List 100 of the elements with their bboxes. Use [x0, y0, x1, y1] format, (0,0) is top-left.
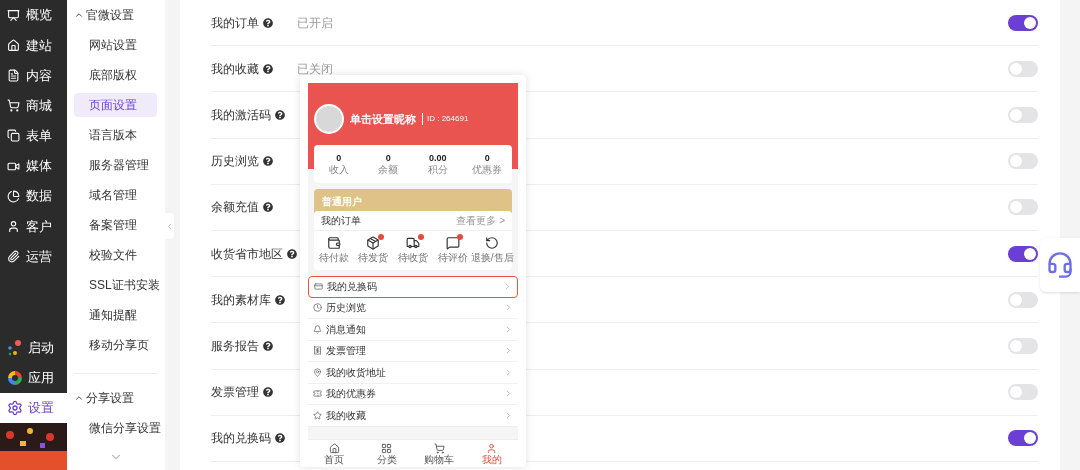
menu-item[interactable]: 我的兑换码	[308, 276, 518, 298]
setting-label: 我的素材库	[211, 291, 271, 309]
chevron-up-icon	[74, 393, 84, 403]
chevron-right-icon	[503, 282, 512, 292]
toggle-switch[interactable]	[1008, 384, 1038, 401]
help-icon	[287, 248, 297, 259]
toggle-switch[interactable]	[1008, 199, 1038, 216]
card-icon	[314, 282, 323, 292]
group-header[interactable]: 官微设置	[74, 0, 157, 30]
submenu-item[interactable]: 通知提醒	[74, 303, 157, 327]
document-icon	[7, 68, 20, 82]
help-icon	[263, 156, 273, 167]
stat-label: 优惠券	[472, 164, 503, 176]
sidebar-item[interactable]: 数据	[0, 181, 67, 212]
order-status-button[interactable]: 待发货	[353, 236, 394, 265]
star-icon	[313, 410, 322, 420]
toggle-switch[interactable]	[1008, 245, 1038, 262]
stat-label: 余额	[378, 164, 399, 176]
sidebar-item[interactable]: 媒体	[0, 150, 67, 182]
collapse-handle[interactable]	[165, 213, 174, 239]
ticket-icon	[313, 389, 322, 399]
toggle-switch[interactable]	[1008, 153, 1038, 170]
member-level: 普通用户	[322, 194, 362, 209]
grid-icon	[381, 442, 393, 454]
menu-item[interactable]: 消息通知	[308, 319, 518, 341]
status-text: 已开启	[297, 14, 333, 32]
tab-bar-item[interactable]: 首页	[308, 440, 361, 467]
home-icon	[7, 38, 20, 52]
cart-icon	[433, 442, 445, 454]
status-text: 已关闭	[297, 60, 333, 78]
submenu-item[interactable]: 页面设置	[74, 93, 157, 117]
sidebar-item[interactable]: 建站	[0, 30, 67, 61]
clock-icon	[313, 303, 322, 313]
toggle-switch[interactable]	[1008, 106, 1038, 123]
copy-icon	[7, 129, 20, 143]
chevron-right-icon	[504, 346, 513, 356]
chevron-right-icon	[504, 389, 513, 399]
presentation-icon	[7, 8, 20, 22]
sidebar-item[interactable]: 内容	[0, 60, 67, 91]
chevron-right-icon	[504, 324, 513, 334]
help-icon	[263, 202, 273, 213]
submenu-item[interactable]: 移动分享页	[74, 333, 157, 357]
setting-label: 历史浏览	[211, 153, 259, 171]
help-icon	[263, 340, 273, 351]
sidebar-item[interactable]: 设置	[0, 393, 67, 423]
chevron-right-icon	[504, 410, 513, 420]
setting-label: 我的激活码	[211, 106, 271, 124]
submenu-item[interactable]: 语言版本	[74, 123, 157, 147]
user-id: ID : 264691	[422, 113, 469, 125]
tab-bar-item[interactable]: 我的	[465, 440, 518, 467]
chevron-left-icon	[165, 221, 174, 231]
toggle-switch[interactable]	[1008, 430, 1038, 447]
setting-label: 我的兑换码	[211, 430, 271, 448]
menu-item[interactable]: 我的优惠券	[308, 383, 518, 405]
order-status-button[interactable]: 待收货	[393, 236, 433, 265]
bell-icon	[313, 324, 322, 334]
sidebar-item[interactable]: 客户	[0, 211, 67, 242]
toggle-switch[interactable]	[1008, 337, 1038, 354]
sidebar-item[interactable]: 运营	[0, 241, 67, 272]
wallet-icon	[326, 236, 341, 250]
help-icon	[263, 17, 273, 28]
order-status-button[interactable]: 待付款	[314, 236, 354, 265]
menu-item[interactable]: 我的收货地址	[308, 362, 518, 384]
tab-bar-item[interactable]: 分类	[360, 440, 413, 467]
submenu-item[interactable]: 校验文件	[74, 243, 157, 267]
truck-icon	[406, 236, 420, 250]
submenu-item[interactable]: 网站设置	[74, 33, 157, 57]
headset-icon	[1046, 251, 1074, 279]
support-button[interactable]	[1040, 238, 1080, 292]
user-icon	[486, 442, 498, 454]
pin-icon	[313, 367, 322, 377]
sidebar-item[interactable]: 启动	[0, 333, 67, 363]
settings-icon	[7, 400, 23, 416]
sidebar-item[interactable]: 商城	[0, 90, 67, 121]
stat-value: 0.00	[429, 152, 447, 164]
help-icon	[263, 387, 273, 398]
pie-chart-icon	[7, 189, 20, 203]
menu-item[interactable]: 我的收藏	[308, 405, 518, 427]
submenu-item[interactable]: 域名管理	[74, 183, 157, 207]
menu-item[interactable]: 历史浏览	[308, 297, 518, 319]
toggle-switch[interactable]	[1008, 291, 1038, 308]
submenu-item[interactable]: 底部版权	[74, 63, 157, 87]
return-icon	[485, 236, 500, 250]
menu-item[interactable]: 发票管理	[308, 340, 518, 362]
nickname: 单击设置昵称	[350, 111, 416, 127]
stat-value: 0	[385, 152, 391, 164]
cart-icon	[7, 99, 20, 113]
help-icon	[275, 433, 285, 444]
submenu-item[interactable]: SSL证书安装	[74, 273, 157, 297]
chevron-up-icon	[74, 10, 84, 20]
submenu-item[interactable]: 备案管理	[74, 213, 157, 237]
tab-bar-item[interactable]: 购物车	[413, 440, 466, 467]
sidebar-item[interactable]: 应用	[0, 363, 67, 393]
toggle-switch[interactable]	[1008, 60, 1038, 77]
toggle-switch[interactable]	[1008, 14, 1038, 31]
group-header[interactable]: 分享设置	[74, 383, 157, 413]
sidebar-item[interactable]: 概览	[0, 0, 67, 31]
submenu-item[interactable]: 服务器管理	[74, 153, 157, 177]
sidebar-item[interactable]: 表单	[0, 120, 67, 151]
order-status-button[interactable]: 退换/售后	[472, 236, 512, 265]
